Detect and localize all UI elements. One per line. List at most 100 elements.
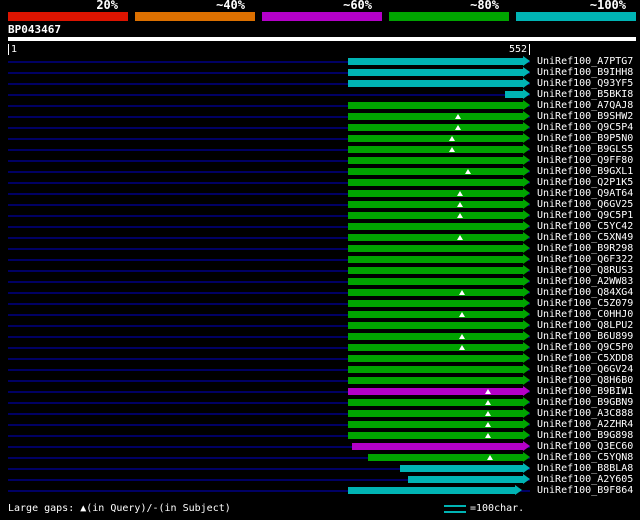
hit-row: UniRef100_B9GXL1 <box>0 166 640 177</box>
hit-label[interactable]: UniRef100_C5YQN8 <box>537 452 633 463</box>
hit-bar[interactable] <box>348 201 523 208</box>
hit-bar[interactable] <box>348 179 523 186</box>
hit-arrowhead-icon <box>523 364 530 374</box>
hit-label[interactable]: UniRef100_B9SHW2 <box>537 111 633 122</box>
hit-bar[interactable] <box>348 223 523 230</box>
hit-label[interactable]: UniRef100_Q9C5P0 <box>537 342 633 353</box>
hit-label[interactable]: UniRef100_A7QAJ8 <box>537 100 633 111</box>
hit-label[interactable]: UniRef100_Q9AT64 <box>537 188 633 199</box>
hit-label[interactable]: UniRef100_Q6GV25 <box>537 199 633 210</box>
hit-arrowhead-icon <box>523 199 530 209</box>
hit-row: UniRef100_A2ZHR4 <box>0 419 640 430</box>
hit-label[interactable]: UniRef100_B9R298 <box>537 243 633 254</box>
hit-bar[interactable] <box>348 366 523 373</box>
hit-bar[interactable] <box>348 102 523 109</box>
hit-bar[interactable] <box>348 80 523 87</box>
hit-label[interactable]: UniRef100_Q9FF80 <box>537 155 633 166</box>
hit-label[interactable]: UniRef100_A2ZHR4 <box>537 419 633 430</box>
hit-label[interactable]: UniRef100_B9GBN9 <box>537 397 633 408</box>
hit-bar[interactable] <box>348 146 523 153</box>
hit-label[interactable]: UniRef100_Q6F322 <box>537 254 633 265</box>
hit-label[interactable]: UniRef100_B8BLA8 <box>537 463 633 474</box>
hit-label[interactable]: UniRef100_C5YC42 <box>537 221 633 232</box>
hit-bar[interactable] <box>348 124 523 131</box>
hit-label[interactable]: UniRef100_B9GXL1 <box>537 166 633 177</box>
hit-label[interactable]: UniRef100_C5XN49 <box>537 232 633 243</box>
hit-bar[interactable] <box>348 432 523 439</box>
hit-bar[interactable] <box>348 399 523 406</box>
hit-arrowhead-icon <box>523 111 530 121</box>
legend-scale-text: =100char. <box>470 503 525 514</box>
hit-label[interactable]: UniRef100_Q9C5P4 <box>537 122 633 133</box>
hit-bar[interactable] <box>348 410 523 417</box>
hit-bar[interactable] <box>348 355 523 362</box>
hit-label[interactable]: UniRef100_Q2P1K5 <box>537 177 633 188</box>
hit-row: UniRef100_Q6GV25 <box>0 199 640 210</box>
hit-bar[interactable] <box>348 157 523 164</box>
hit-label[interactable]: UniRef100_A7PTG7 <box>537 56 633 67</box>
hit-bar[interactable] <box>348 289 523 296</box>
hit-bar[interactable] <box>348 234 523 241</box>
hit-arrowhead-icon <box>523 331 530 341</box>
hit-label[interactable]: UniRef100_B9BIW1 <box>537 386 633 397</box>
hit-bar[interactable] <box>505 91 523 98</box>
hit-bar[interactable] <box>348 388 523 395</box>
hit-label[interactable]: UniRef100_B9GLS5 <box>537 144 633 155</box>
hit-label[interactable]: UniRef100_C5Z079 <box>537 298 633 309</box>
hit-row: UniRef100_Q84XG4 <box>0 287 640 298</box>
hit-arrowhead-icon <box>523 276 530 286</box>
hit-bar[interactable] <box>348 69 523 76</box>
hit-bar[interactable] <box>348 113 523 120</box>
hit-label[interactable]: UniRef100_A2WW83 <box>537 276 633 287</box>
hit-row: UniRef100_B9IHH8 <box>0 67 640 78</box>
hit-label[interactable]: UniRef100_Q3EC60 <box>537 441 633 452</box>
hit-bar[interactable] <box>348 58 523 65</box>
hit-bar[interactable] <box>348 344 523 351</box>
hit-bar[interactable] <box>368 454 523 461</box>
hit-arrowhead-icon <box>523 430 530 440</box>
hit-label[interactable]: UniRef100_Q6GV24 <box>537 364 633 375</box>
hit-label[interactable]: UniRef100_C5XDD8 <box>537 353 633 364</box>
hit-label[interactable]: UniRef100_B5BKI8 <box>537 89 633 100</box>
hit-label[interactable]: UniRef100_Q8RUS3 <box>537 265 633 276</box>
hit-label[interactable]: UniRef100_Q84XG4 <box>537 287 633 298</box>
hit-bar[interactable] <box>348 333 523 340</box>
hit-label[interactable]: UniRef100_B9G898 <box>537 430 633 441</box>
identity-scale-label: ~80% <box>470 0 499 12</box>
ruler-end-tick: 552 <box>509 44 530 55</box>
hit-bar[interactable] <box>348 421 523 428</box>
hit-row: UniRef100_Q9AT64 <box>0 188 640 199</box>
hit-label[interactable]: UniRef100_Q9C5P1 <box>537 210 633 221</box>
hit-bar[interactable] <box>348 245 523 252</box>
hit-bar[interactable] <box>348 256 523 263</box>
hit-bar[interactable] <box>348 212 523 219</box>
hit-bar[interactable] <box>348 322 523 329</box>
hit-bar[interactable] <box>348 267 523 274</box>
hit-label[interactable]: UniRef100_Q8LPU2 <box>537 320 633 331</box>
hit-bar[interactable] <box>348 135 523 142</box>
hit-label[interactable]: UniRef100_B9IHH8 <box>537 67 633 78</box>
hit-bar[interactable] <box>407 476 523 483</box>
hit-bar[interactable] <box>348 190 523 197</box>
hit-bar[interactable] <box>348 278 523 285</box>
hit-label[interactable]: UniRef100_Q93YF5 <box>537 78 633 89</box>
hit-arrowhead-icon <box>523 78 530 88</box>
identity-scale-label: ~100% <box>589 0 626 12</box>
hit-bar[interactable] <box>351 443 523 450</box>
hit-label[interactable]: UniRef100_B9P5N0 <box>537 133 633 144</box>
hit-label[interactable]: UniRef100_C0HHJ0 <box>537 309 633 320</box>
hit-bar[interactable] <box>348 168 523 175</box>
hit-label[interactable]: UniRef100_B6U899 <box>537 331 633 342</box>
hit-label[interactable]: UniRef100_B9F864 <box>537 485 633 496</box>
hit-bar[interactable] <box>348 377 523 384</box>
hit-label[interactable]: UniRef100_A2Y605 <box>537 474 633 485</box>
hit-label[interactable]: UniRef100_Q8H6B0 <box>537 375 633 386</box>
hit-bar[interactable] <box>348 487 516 494</box>
hit-row: UniRef100_Q6GV24 <box>0 364 640 375</box>
gap-triangle-icon <box>456 191 463 196</box>
hit-bar[interactable] <box>348 300 523 307</box>
hit-bar[interactable] <box>348 311 523 318</box>
hit-label[interactable]: UniRef100_A3C888 <box>537 408 633 419</box>
gap-triangle-icon <box>456 202 463 207</box>
hit-bar[interactable] <box>400 465 523 472</box>
